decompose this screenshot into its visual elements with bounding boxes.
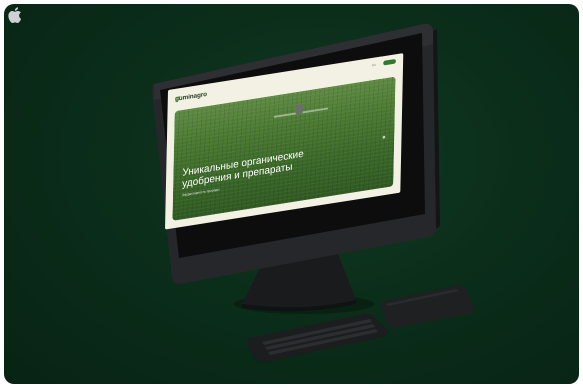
logo-leaf-icon xyxy=(175,96,181,101)
tractor xyxy=(295,104,303,115)
mockup-frame: guminagro RU Уникальные органические удо… xyxy=(4,4,579,384)
header-cta-button[interactable] xyxy=(383,58,396,66)
language-switch[interactable]: RU xyxy=(372,63,376,67)
site-logo[interactable]: guminagro xyxy=(175,91,207,103)
apple-icon xyxy=(8,7,22,23)
imac-mockup: guminagro RU Уникальные органические удо… xyxy=(4,4,579,384)
